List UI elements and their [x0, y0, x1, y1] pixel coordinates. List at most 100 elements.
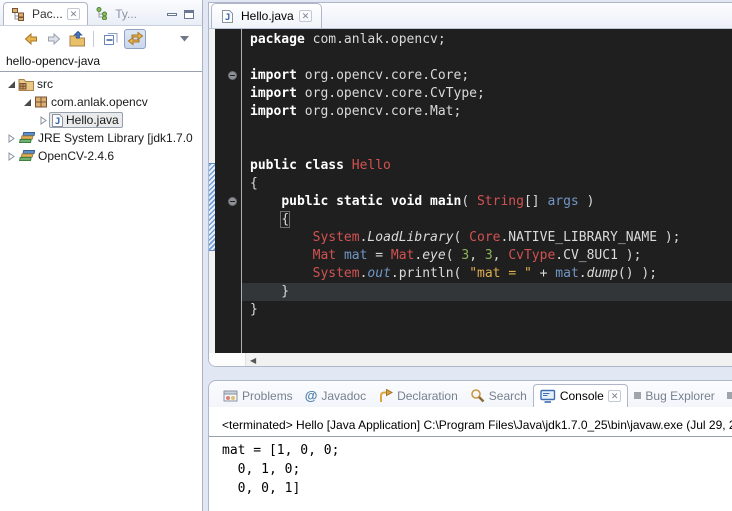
console-output-line: 0, 0, 1] [222, 479, 732, 498]
token-bracket-match: { [281, 212, 289, 227]
package-explorer-panel: Pac... ✕ Ty... hello-opencv-java src com.… [0, 0, 203, 511]
svg-text:J: J [55, 117, 60, 127]
tree-collapsed-arrow-icon[interactable] [38, 116, 49, 125]
tree-collapsed-arrow-icon[interactable] [6, 134, 17, 143]
console-output[interactable]: mat = [1, 0, 0; 0, 1, 0; 0, 0, 1] [209, 437, 732, 498]
token-plain [250, 230, 313, 245]
go-into-button[interactable] [68, 30, 86, 48]
token-keyword: public static void main [281, 194, 461, 209]
code-line-12[interactable]: System.LoadLibrary( Core.NATIVE_LIBRARY_… [250, 229, 732, 247]
token-keyword: package [250, 32, 305, 47]
token-plain: } [250, 302, 258, 317]
tab-package-explorer[interactable]: Pac... ✕ [3, 2, 88, 25]
bug-square-icon [727, 392, 732, 399]
code-line-1[interactable]: package com.anlak.opencv; [250, 31, 732, 49]
tree-item-label: OpenCV-2.4.6 [38, 149, 114, 163]
eclipse-window: { "colors": { "editor_background": "#1F1… [0, 0, 732, 511]
token-type: Mat [313, 248, 336, 263]
forward-arrow-icon [46, 31, 62, 47]
tab-hello-java[interactable]: J Hello.java ✕ [211, 3, 322, 28]
console-icon [540, 389, 556, 403]
token-plain: [] [524, 194, 547, 209]
code-line-16[interactable]: } [250, 301, 732, 319]
code-line-6[interactable] [250, 121, 732, 139]
tree-expanded-arrow-icon[interactable] [6, 80, 17, 89]
token-plain: .NATIVE_LIBRARY_NAME ); [500, 230, 680, 245]
view-menu-icon [180, 36, 189, 42]
code-line-10[interactable]: public static void main( String[] args ) [250, 193, 732, 211]
library-icon [18, 131, 35, 145]
search-icon [470, 388, 485, 403]
tree-item-opencv-2-4-6[interactable]: OpenCV-2.4.6 [0, 147, 202, 165]
tree-item-label: JRE System Library [jdk1.7.0 [38, 131, 193, 145]
tab-bug[interactable]: Bug [721, 384, 732, 407]
code-line-7[interactable] [250, 139, 732, 157]
tab-label: Javadoc [321, 389, 366, 403]
code-line-9[interactable]: { [250, 175, 732, 193]
fold-collapse-icon[interactable] [228, 197, 237, 206]
tree-item-jre-system-library-jdk1-7-0[interactable]: JRE System Library [jdk1.7.0 [0, 129, 202, 147]
tree-item-src[interactable]: src [0, 75, 202, 93]
code-line-13[interactable]: Mat mat = Mat.eye( 3, 3, CvType.CV_8UC1 … [250, 247, 732, 265]
close-icon[interactable]: ✕ [67, 8, 81, 20]
token-keyword: public class [250, 158, 352, 173]
token-type: String [477, 194, 524, 209]
tab-console[interactable]: Console ✕ [533, 384, 629, 407]
collapse-all-button[interactable] [101, 30, 119, 48]
tree-expanded-arrow-icon[interactable] [22, 98, 33, 107]
console-output-line: 0, 1, 0; [222, 460, 732, 479]
code-line-2[interactable] [250, 49, 732, 67]
token-method: dump [587, 266, 618, 281]
scroll-left-arrow-icon[interactable]: ◀ [246, 356, 256, 365]
fold-collapse-icon[interactable] [228, 71, 237, 80]
tree-item-hello-java[interactable]: JHello.java [0, 111, 202, 129]
project-label: hello-opencv-java [0, 51, 202, 72]
scrollbar-track[interactable]: ◀ [245, 353, 732, 367]
token-method: eye [422, 248, 445, 263]
problems-icon [223, 389, 238, 403]
tree-collapsed-arrow-icon[interactable] [6, 152, 17, 161]
code-line-3[interactable]: import org.opencv.core.Core; [250, 67, 732, 85]
bug-square-icon [634, 392, 641, 399]
token-plain: .CV_8UC1 ); [555, 248, 641, 263]
forward-arrow-button[interactable] [45, 30, 63, 48]
package-icon [34, 96, 48, 108]
tab-label: Console [560, 389, 604, 403]
token-type: Hello [352, 158, 391, 173]
code-line-14[interactable]: System.out.println( "mat = " + mat.dump(… [250, 265, 732, 283]
code-line-5[interactable]: import org.opencv.core.Mat; [250, 103, 732, 121]
code-area[interactable]: package com.anlak.opencv; import org.open… [242, 29, 732, 353]
token-type: System [313, 230, 360, 245]
declaration-icon [378, 389, 393, 403]
editor-body: package com.anlak.opencv; import org.open… [209, 29, 732, 353]
view-menu-button[interactable] [175, 30, 193, 48]
editor-tabbar: J Hello.java ✕ [209, 3, 732, 29]
link-with-editor-button[interactable] [124, 29, 146, 49]
tab-bug-explorer[interactable]: Bug Explorer [628, 384, 720, 407]
close-icon[interactable]: ✕ [299, 10, 313, 22]
tab-package-explorer-label: Pac... [32, 7, 63, 21]
code-line-11[interactable]: { [250, 211, 732, 229]
tab-type-hierarchy[interactable]: Ty... [88, 2, 144, 25]
code-line-4[interactable]: import org.opencv.core.CvType; [250, 85, 732, 103]
tab-search[interactable]: Search [464, 384, 533, 407]
console-tabbar: Problems@JavadocDeclarationSearchConsole… [209, 381, 732, 407]
tab-declaration[interactable]: Declaration [372, 384, 464, 407]
tab-label: Search [489, 389, 527, 403]
code-line-15[interactable]: } [242, 283, 732, 301]
token-plain: () ); [618, 266, 657, 281]
javadoc-icon: @ [305, 388, 318, 403]
tab-javadoc[interactable]: @Javadoc [299, 384, 372, 407]
close-icon[interactable]: ✕ [608, 390, 622, 402]
tree-item-com-anlak-opencv[interactable]: com.anlak.opencv [0, 93, 202, 111]
token-plain [250, 266, 313, 281]
back-arrow-button[interactable] [22, 30, 40, 48]
tab-problems[interactable]: Problems [217, 384, 299, 407]
minimize-icon[interactable] [167, 13, 177, 16]
maximize-icon[interactable] [184, 10, 194, 19]
token-plain: } [250, 284, 289, 299]
token-keyword: import [250, 68, 297, 83]
tree-item-label: src [37, 77, 53, 91]
editor-gutter[interactable] [215, 29, 242, 353]
code-line-8[interactable]: public class Hello [250, 157, 732, 175]
